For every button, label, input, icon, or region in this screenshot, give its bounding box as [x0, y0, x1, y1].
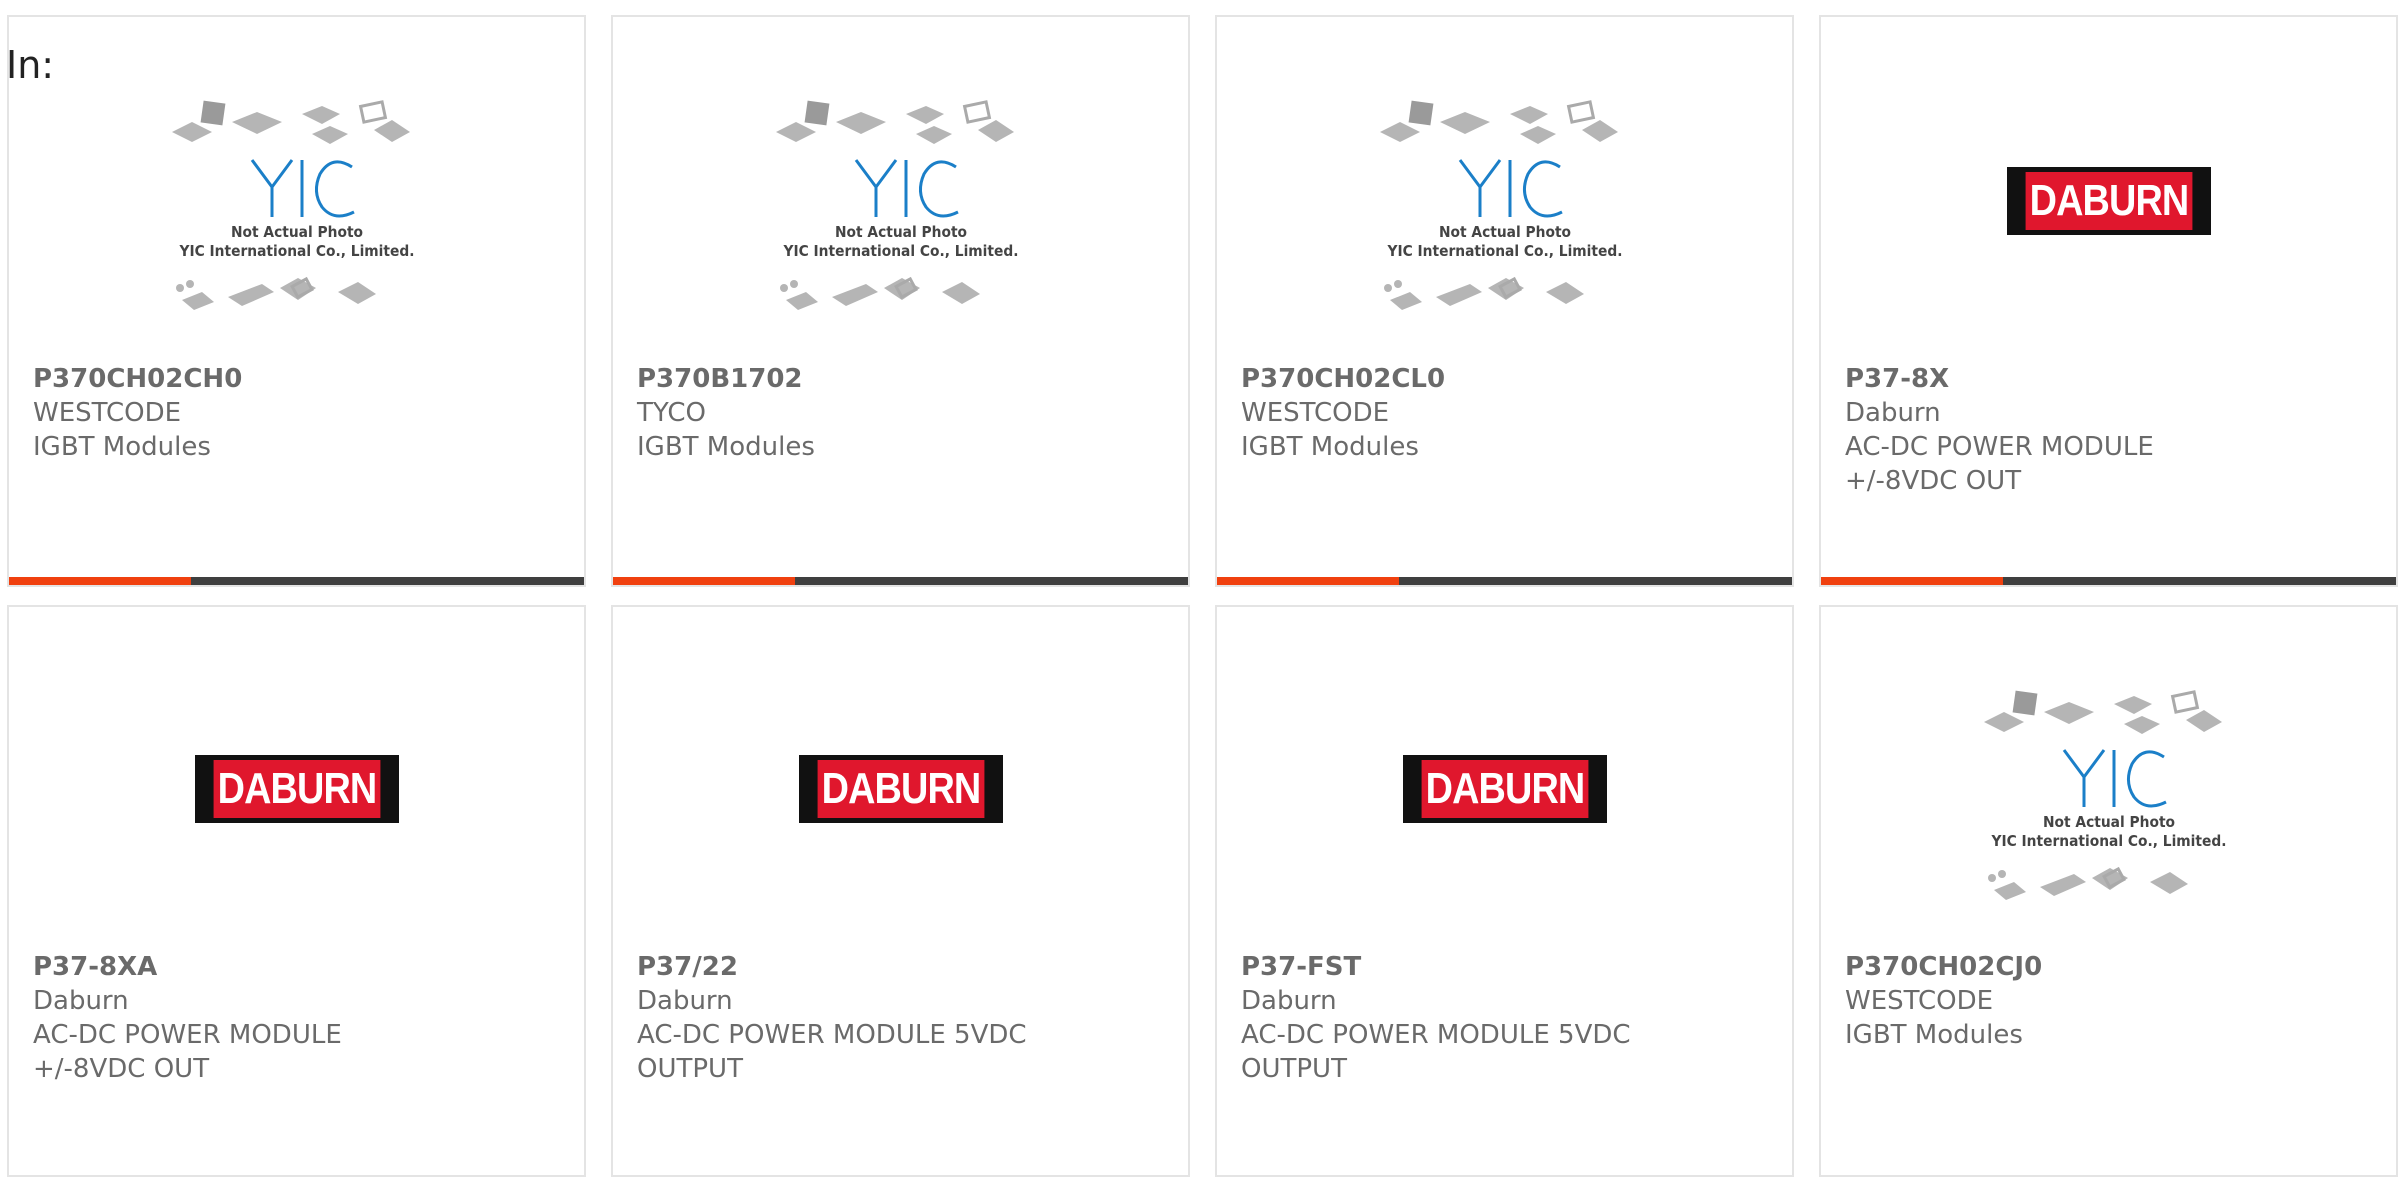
product-info: P37-8X Daburn AC-DC POWER MODULE +/-8VDC…	[1845, 362, 2372, 498]
product-part-number[interactable]: P37-8XA	[33, 950, 560, 984]
product-info: P37-8XA Daburn AC-DC POWER MODULE +/-8VD…	[33, 950, 560, 1086]
product-part-number[interactable]: P37-8X	[1845, 362, 2372, 396]
product-part-number[interactable]: P37-FST	[1241, 950, 1768, 984]
product-manufacturer: Daburn	[33, 986, 129, 1016]
yic-placeholder-image: Not Actual Photo YIC International Co., …	[162, 92, 432, 332]
product-part-number[interactable]: P37/22	[637, 950, 1164, 984]
product-manufacturer: Daburn	[1845, 398, 1941, 428]
product-card[interactable]: Not Actual Photo YIC International Co., …	[1819, 605, 2398, 1177]
product-description: IGBT Modules	[637, 432, 815, 462]
product-manufacturer: TYCO	[637, 398, 706, 428]
card-bar-accent	[1821, 577, 2003, 585]
product-description: AC-DC POWER MODULE 5VDC OUTPUT	[1241, 1020, 1631, 1084]
product-manufacturer: WESTCODE	[1241, 398, 1390, 428]
placeholder-caption-line1: Not Actual Photo	[2042, 813, 2175, 831]
placeholder-caption-line1: Not Actual Photo	[1438, 223, 1571, 241]
in-label: In:	[6, 43, 55, 87]
product-image[interactable]: DABURN	[613, 657, 1188, 927]
product-description: AC-DC POWER MODULE +/-8VDC OUT	[33, 1020, 342, 1084]
placeholder-caption-line2: YIC International Co., Limited.	[1990, 832, 2227, 850]
product-manufacturer: Daburn	[1241, 986, 1337, 1016]
product-card[interactable]: DABURN P37-8XA Daburn AC-DC POWER MODULE…	[7, 605, 586, 1177]
product-image[interactable]: DABURN	[1821, 67, 2396, 337]
product-image[interactable]: Not Actual Photo YIC International Co., …	[1821, 657, 2396, 947]
product-image[interactable]: Not Actual Photo YIC International Co., …	[613, 67, 1188, 357]
product-part-number[interactable]: P370CH02CL0	[1241, 362, 1768, 396]
product-info: P37/22 Daburn AC-DC POWER MODULE 5VDC OU…	[637, 950, 1164, 1086]
card-bar-accent	[613, 577, 795, 585]
daburn-logo-text: DABURN	[213, 760, 380, 818]
product-part-number[interactable]: P370B1702	[637, 362, 1164, 396]
product-description: IGBT Modules	[1845, 1020, 2023, 1050]
daburn-logo-image: DABURN	[2006, 167, 2211, 235]
product-description: AC-DC POWER MODULE 5VDC OUTPUT	[637, 1020, 1027, 1084]
product-description: IGBT Modules	[33, 432, 211, 462]
placeholder-caption-line2: YIC International Co., Limited.	[782, 242, 1019, 260]
product-card[interactable]: Not Actual Photo YIC International Co., …	[7, 15, 586, 587]
product-image[interactable]: DABURN	[1217, 657, 1792, 927]
product-part-number[interactable]: P370CH02CH0	[33, 362, 560, 396]
card-bar-accent	[1217, 577, 1399, 585]
yic-placeholder-image: Not Actual Photo YIC International Co., …	[1370, 92, 1640, 332]
product-card[interactable]: DABURN P37-8X Daburn AC-DC POWER MODULE …	[1819, 15, 2398, 587]
product-manufacturer: Daburn	[637, 986, 733, 1016]
product-info: P370CH02CL0 WESTCODE IGBT Modules	[1241, 362, 1768, 464]
daburn-logo-image: DABURN	[1402, 755, 1607, 823]
product-grid: Not Actual Photo YIC International Co., …	[0, 0, 2400, 1177]
card-bottom-bar	[1821, 577, 2396, 585]
yic-placeholder-image: Not Actual Photo YIC International Co., …	[1974, 682, 2244, 922]
daburn-logo-text: DABURN	[1421, 760, 1588, 818]
daburn-logo-image: DABURN	[798, 755, 1003, 823]
product-manufacturer: WESTCODE	[1845, 986, 1994, 1016]
placeholder-caption-line1: Not Actual Photo	[230, 223, 363, 241]
daburn-logo-text: DABURN	[817, 760, 984, 818]
placeholder-caption-line2: YIC International Co., Limited.	[178, 242, 415, 260]
product-image[interactable]: DABURN	[9, 657, 584, 927]
product-card[interactable]: Not Actual Photo YIC International Co., …	[1215, 15, 1794, 587]
product-description: AC-DC POWER MODULE +/-8VDC OUT	[1845, 432, 2154, 496]
card-bottom-bar	[9, 577, 584, 585]
placeholder-caption-line1: Not Actual Photo	[834, 223, 967, 241]
product-info: P37-FST Daburn AC-DC POWER MODULE 5VDC O…	[1241, 950, 1768, 1086]
product-card[interactable]: DABURN P37/22 Daburn AC-DC POWER MODULE …	[611, 605, 1190, 1177]
card-bottom-bar	[613, 577, 1188, 585]
daburn-logo-text: DABURN	[2025, 172, 2192, 230]
product-card[interactable]: DABURN P37-FST Daburn AC-DC POWER MODULE…	[1215, 605, 1794, 1177]
yic-placeholder-image: Not Actual Photo YIC International Co., …	[766, 92, 1036, 332]
product-image[interactable]: Not Actual Photo YIC International Co., …	[1217, 67, 1792, 357]
placeholder-caption-line2: YIC International Co., Limited.	[1386, 242, 1623, 260]
product-image[interactable]: Not Actual Photo YIC International Co., …	[9, 67, 584, 357]
product-info: P370B1702 TYCO IGBT Modules	[637, 362, 1164, 464]
product-part-number[interactable]: P370CH02CJ0	[1845, 950, 2372, 984]
daburn-logo-image: DABURN	[194, 755, 399, 823]
product-info: P370CH02CJ0 WESTCODE IGBT Modules	[1845, 950, 2372, 1052]
product-manufacturer: WESTCODE	[33, 398, 182, 428]
card-bottom-bar	[1217, 577, 1792, 585]
card-bar-accent	[9, 577, 191, 585]
product-info: P370CH02CH0 WESTCODE IGBT Modules	[33, 362, 560, 464]
product-description: IGBT Modules	[1241, 432, 1419, 462]
product-card[interactable]: Not Actual Photo YIC International Co., …	[611, 15, 1190, 587]
